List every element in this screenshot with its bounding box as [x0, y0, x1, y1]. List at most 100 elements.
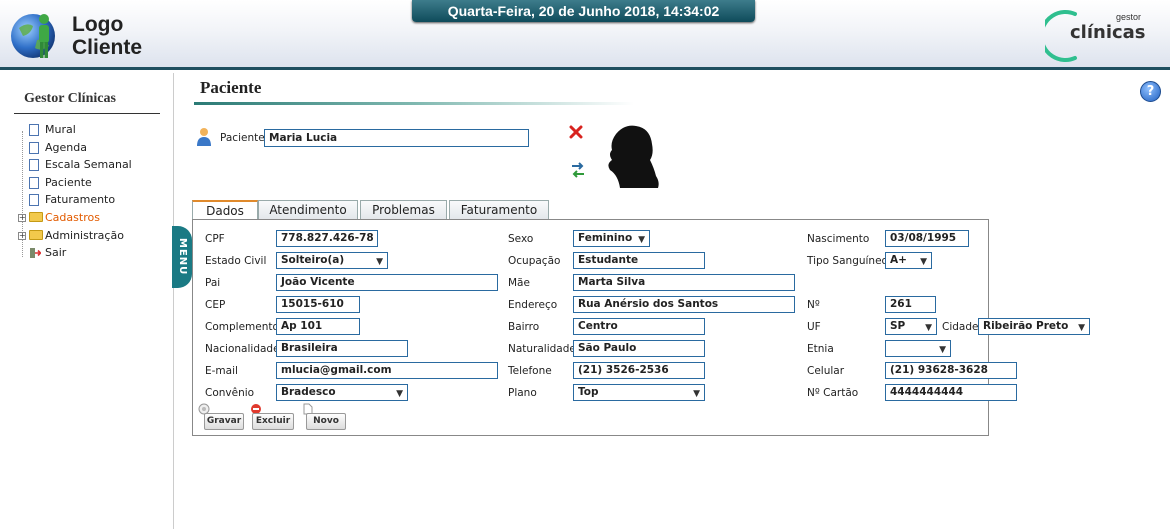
brand-big-text: clínicas [1070, 22, 1146, 43]
sidebar-item-label: Mural [45, 123, 76, 136]
naturalidade-label: Naturalidade [508, 343, 576, 355]
patient-label: Paciente [220, 132, 265, 144]
tipo-sanguineo-select[interactable]: A+ ▼ [885, 252, 932, 269]
convenio-label: Convênio [205, 387, 255, 399]
tipo-sanguineo-value: A+ [890, 254, 907, 266]
chevron-down-icon: ▼ [925, 323, 932, 333]
sidebar-item-label: Sair [45, 246, 67, 260]
plano-select[interactable]: Top ▼ [573, 384, 705, 401]
cidade-label: Cidade [942, 321, 979, 333]
convenio-select[interactable]: Bradesco ▼ [276, 384, 408, 401]
cartao-field[interactable]: 4444444444 [885, 384, 1017, 401]
cep-field[interactable]: 15015-610 [276, 296, 360, 313]
expand-plus-icon[interactable]: + [18, 231, 26, 240]
patient-photo [600, 120, 670, 188]
tab-dados[interactable]: Dados [192, 200, 258, 221]
telefone-label: Telefone [508, 365, 552, 377]
cpf-field[interactable]: 778.827.426-78 [276, 230, 378, 247]
chevron-down-icon: ▼ [1078, 323, 1085, 333]
uf-select[interactable]: SP ▼ [885, 318, 937, 335]
title-underline [194, 102, 634, 105]
sidebar-item-label: Paciente [45, 175, 92, 189]
patient-name-field[interactable]: Maria Lucia [264, 129, 529, 147]
tab-atendimento[interactable]: Atendimento [258, 200, 358, 220]
sidebar-item-sair[interactable]: Sair [18, 244, 168, 262]
save-button[interactable]: Gravar [204, 413, 244, 430]
sidebar: Gestor Clínicas Mural Agenda Escala Sema… [0, 73, 174, 529]
exit-icon [30, 248, 41, 259]
sidebar-item-administracao[interactable]: + Administração [18, 227, 168, 245]
nacionalidade-field[interactable]: Brasileira [276, 340, 408, 357]
sidebar-item-paciente[interactable]: Paciente [18, 174, 168, 192]
tab-faturamento[interactable]: Faturamento [449, 200, 549, 220]
document-icon [29, 141, 39, 154]
main-content: Paciente ? Paciente Maria Lucia Dados At… [174, 73, 1170, 529]
endereco-label: Endereço [508, 299, 558, 311]
logo-line2: Cliente [72, 36, 143, 59]
chevron-down-icon: ▼ [638, 235, 645, 245]
sexo-select[interactable]: Feminino ▼ [573, 230, 650, 247]
complemento-field[interactable]: Ap 101 [276, 318, 360, 335]
page-title: Paciente [200, 78, 262, 97]
sidebar-item-escala-semanal[interactable]: Escala Semanal [18, 156, 168, 174]
email-field[interactable]: mlucia@gmail.com [276, 362, 498, 379]
sidebar-item-cadastros[interactable]: + Cadastros [18, 209, 168, 227]
folder-icon [29, 211, 43, 222]
dados-panel: CPF 778.827.426-78 Sexo Feminino ▼ Nascim… [192, 219, 1090, 436]
expand-plus-icon[interactable]: + [18, 213, 26, 222]
document-icon [29, 159, 39, 172]
naturalidade-field[interactable]: São Paulo [573, 340, 705, 357]
help-icon[interactable]: ? [1140, 81, 1161, 102]
cidade-select[interactable]: Ribeirão Preto ▼ [978, 318, 1090, 335]
patient-person-icon [197, 128, 211, 146]
tab-problemas[interactable]: Problemas [360, 200, 447, 220]
logo-text: Logo Cliente [72, 13, 142, 59]
cartao-label: Nº Cartão [807, 387, 859, 399]
plano-value: Top [578, 386, 599, 398]
bairro-label: Bairro [508, 321, 540, 333]
ocupacao-label: Ocupação [508, 255, 561, 267]
numero-field[interactable]: 261 [885, 296, 936, 313]
chevron-down-icon: ▼ [939, 345, 946, 355]
sidebar-divider [14, 113, 160, 114]
chevron-down-icon: ▼ [693, 389, 700, 399]
nav-tree: Mural Agenda Escala Semanal Paciente Fat… [18, 121, 168, 262]
complemento-label: Complemento [205, 321, 279, 333]
numero-label: Nº [807, 299, 820, 311]
pai-field[interactable]: João Vicente [276, 274, 498, 291]
datetime-banner: Quarta-Feira, 20 de Junho 2018, 14:34:02 [412, 0, 755, 22]
delete-button[interactable]: Excluir [252, 413, 294, 430]
sidebar-item-faturamento[interactable]: Faturamento [18, 191, 168, 209]
celular-field[interactable]: (21) 93628-3628 [885, 362, 1017, 379]
pai-label: Pai [205, 277, 221, 289]
switch-patient-icon[interactable] [570, 161, 586, 179]
mae-field[interactable]: Marta Silva [573, 274, 795, 291]
sexo-value: Feminino [578, 232, 633, 244]
telefone-field[interactable]: (21) 3526-2536 [573, 362, 705, 379]
sidebar-item-label: Faturamento [45, 193, 116, 207]
ocupacao-field[interactable]: Estudante [573, 252, 705, 269]
sidebar-item-label: Administração [45, 228, 124, 242]
email-label: E-mail [205, 365, 238, 377]
chevron-down-icon: ▼ [396, 389, 403, 399]
mae-label: Mãe [508, 277, 530, 289]
document-icon [29, 124, 39, 136]
endereco-field[interactable]: Rua Anérsio dos Santos [573, 296, 795, 313]
estado-civil-select[interactable]: Solteiro(a) ▼ [276, 252, 388, 269]
remove-patient-icon[interactable] [569, 125, 583, 139]
cep-label: CEP [205, 299, 226, 311]
folder-icon [29, 229, 43, 240]
nascimento-field[interactable]: 03/08/1995 [885, 230, 969, 247]
estado-civil-label: Estado Civil [205, 255, 267, 267]
new-button[interactable]: Novo [306, 413, 346, 430]
logo-line1: Logo [72, 13, 124, 36]
etnia-select[interactable]: ▼ [885, 340, 951, 357]
cpf-label: CPF [205, 233, 225, 245]
bairro-field[interactable]: Centro [573, 318, 705, 335]
nascimento-label: Nascimento [807, 233, 870, 245]
plano-label: Plano [508, 387, 537, 399]
sidebar-item-mural[interactable]: Mural [18, 121, 168, 139]
uf-value: SP [890, 320, 906, 332]
sidebar-item-agenda[interactable]: Agenda [18, 139, 168, 157]
estado-civil-value: Solteiro(a) [281, 254, 345, 266]
